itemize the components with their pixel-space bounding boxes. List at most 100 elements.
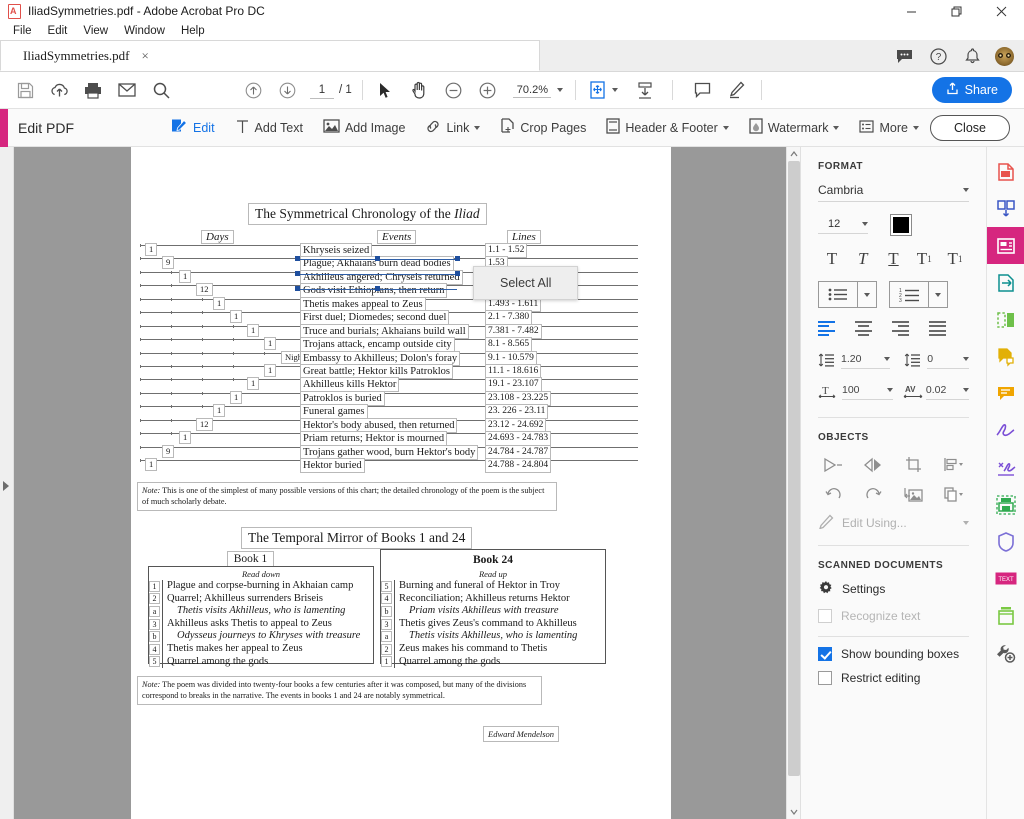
arrange-icon[interactable] [939,482,969,508]
book24-row[interactable]: 5Burning and funeral of Hektor in Troy [395,580,605,593]
signature[interactable]: Edward Mendelson [484,727,558,741]
help-icon[interactable]: ? [923,41,953,71]
rotate-ccw-icon[interactable] [818,482,848,508]
event-text[interactable]: Great battle; Hektor kills Patroklos [301,365,452,378]
book1-row[interactable]: 1Plague and corpse-burning in Akhaian ca… [163,580,373,593]
add-text-button[interactable]: Add Text [227,115,311,141]
rail-protect-icon[interactable] [987,523,1024,560]
line-range[interactable]: 23. 226 - 23.11 [486,405,547,418]
align-left-icon[interactable] [818,321,835,339]
day-count[interactable]: 12 [197,419,212,430]
numbered-list-icon[interactable]: 1 2 3 [889,281,948,308]
line-range[interactable]: 1.1 - 1.52 [486,244,526,257]
bell-icon[interactable] [957,41,987,71]
line-range[interactable]: 7.381 - 7.482 [486,325,541,338]
zoom-out-icon[interactable] [437,73,471,107]
scroll-down-icon[interactable] [787,805,800,819]
day-count[interactable]: 1 [214,298,224,309]
day-count[interactable]: 1 [180,271,190,282]
day-count[interactable]: 9 [163,257,173,268]
book24-row[interactable]: 3Thetis gives Zeus's command to Akhilleu… [395,618,605,631]
selection-handle[interactable] [455,271,460,276]
rail-export-pdf-icon[interactable] [987,264,1024,301]
book24-row[interactable]: 2Zeus makes his command to Thetis [395,643,605,656]
chronology-row[interactable]: 1Truce and burials; Akhaians build wall7… [140,326,638,339]
day-count[interactable]: 1 [231,311,241,322]
chronology-title[interactable]: The Symmetrical Chronology of the Iliad [249,204,486,224]
book24-row[interactable]: 4Reconciliation; Akhilleus returns Hekto… [395,593,605,606]
close-icon[interactable]: × [142,48,149,64]
line-range[interactable]: 24.693 - 24.783 [486,432,550,445]
rail-combine-files-icon[interactable] [987,190,1024,227]
paragraph-spacing-select[interactable]: 0 [927,353,969,369]
rotate-cw-icon[interactable] [858,482,888,508]
watermark-button[interactable]: Watermark [741,114,848,141]
vertical-scrollbar[interactable] [786,147,800,819]
book1-heading[interactable]: Book 1 [228,552,273,566]
mirror-note[interactable]: Note: The poem was divided into twenty-f… [138,677,541,704]
mirror-title[interactable]: The Temporal Mirror of Books 1 and 24 [242,528,471,548]
edit-using-select[interactable]: Edit Using... [818,514,969,532]
menu-file[interactable]: File [5,24,40,38]
close-icon[interactable] [979,0,1024,22]
show-bounding-boxes-row[interactable]: Show bounding boxes [818,647,969,661]
chronology-row[interactable]: NightEmbassy to Akhilleus; Dolon's foray… [140,353,638,366]
add-image-button[interactable]: Add Image [315,115,413,140]
replace-image-icon[interactable] [899,482,929,508]
scroll-up-icon[interactable] [787,147,800,161]
chevron-down-icon[interactable] [928,282,947,307]
selection-handle[interactable] [375,256,380,261]
book1-row[interactable]: 3Akhilleus asks Thetis to appeal to Zeus [163,618,373,631]
chronology-row[interactable]: 1Hektor buried24.788 - 24.804 [140,460,638,473]
scrollbar-thumb[interactable] [788,161,800,776]
underline-icon[interactable]: T [880,248,908,270]
rail-organize-pages-icon[interactable] [987,301,1024,338]
rail-comment-icon[interactable] [987,375,1024,412]
rail-request-signature-icon[interactable] [987,449,1024,486]
header-footer-button[interactable]: Header & Footer [598,114,736,141]
event-text[interactable]: Thetis makes appeal to Zeus [301,298,425,311]
rail-fill-and-sign-icon[interactable] [987,412,1024,449]
line-range[interactable]: 24.788 - 24.804 [486,459,550,472]
context-menu[interactable]: Select All [473,266,578,300]
book24-row[interactable]: bPriam visits Akhilleus with treasure [395,605,605,618]
chronology-row[interactable]: 1 First duel; Diomedes; second duel 2.1 - … [140,312,638,325]
save-icon[interactable] [8,73,42,107]
chronology-row[interactable]: 1Priam returns; Hektor is mourned24.693 … [140,433,638,446]
bold-icon[interactable]: T [818,248,846,270]
chronology-row[interactable]: 1Trojans attack, encamp outside city8.1 … [140,339,638,352]
chevron-down-icon[interactable] [857,282,876,307]
recognize-text-checkbox[interactable] [818,609,832,623]
chronology-row[interactable]: 12Hektor's body abused, then returned23.… [140,420,638,433]
event-text[interactable]: First duel; Diomedes; second duel [301,311,448,324]
align-justify-icon[interactable] [929,321,946,339]
chronology-row[interactable]: 1Great battle; Hektor kills Patroklos11.… [140,366,638,379]
event-text[interactable]: Truce and burials; Akhaians build wall [301,325,468,338]
show-bounding-boxes-checkbox[interactable] [818,647,832,661]
rail-comment-pages-icon[interactable] [987,338,1024,375]
book1-row[interactable]: 2Quarrel; Akhilleus surrenders Briseis [163,593,373,606]
book1-box[interactable]: Read down 1Plague and corpse-burning in … [148,566,374,664]
flip-horizontal-icon[interactable] [818,452,848,478]
line-range[interactable]: 2.1 - 7.380 [486,311,531,324]
superscript-icon[interactable]: T1 [910,248,938,270]
event-text[interactable]: Hektor's body abused, then returned [301,419,456,432]
event-text[interactable]: Trojans gather wood, burn Hektor's body [301,446,477,459]
upload-cloud-icon[interactable] [42,73,76,107]
book24-box[interactable]: Book 24 Read up 5Burning and funeral of … [380,549,606,664]
book1-row[interactable]: 5Quarrel among the gods [163,656,373,669]
chronology-row[interactable]: 9Trojans gather wood, burn Hektor's body… [140,447,638,460]
chevron-down-icon[interactable] [612,88,618,92]
close-edit-button[interactable]: Close [930,115,1010,141]
selection-handle[interactable] [455,256,460,261]
chronology-row[interactable]: 1Patroklos is buried23.108 - 23.225 [140,393,638,406]
event-text[interactable]: Hektor buried [301,459,364,472]
flip-vertical-icon[interactable] [858,452,888,478]
restrict-editing-checkbox[interactable] [818,671,832,685]
line-spacing-select[interactable]: 1.20 [841,353,890,369]
comment-balloon-icon[interactable] [685,73,719,107]
rail-create-pdf-icon[interactable] [987,153,1024,190]
page-number-input[interactable] [310,82,334,99]
restore-icon[interactable] [934,0,979,22]
cursor-icon[interactable] [369,73,403,107]
